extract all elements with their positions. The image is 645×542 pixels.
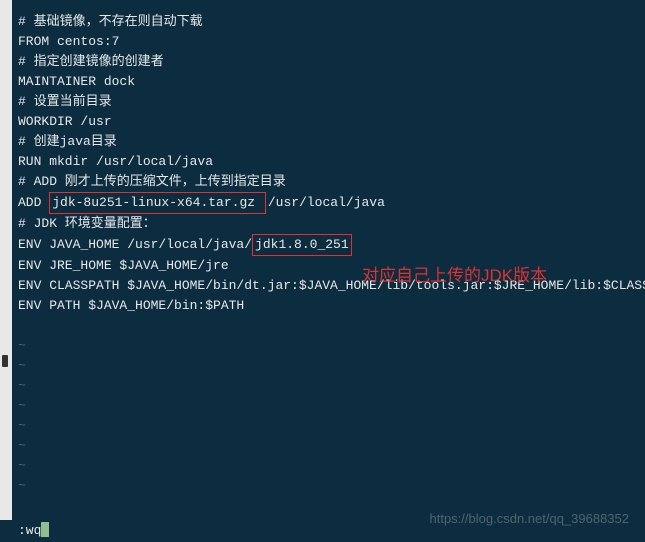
vim-command: :wq xyxy=(18,523,41,538)
highlight-box-jdk-tarball: jdk-8u251-linux-x64.tar.gz xyxy=(49,192,266,214)
code-line: ENV PATH $JAVA_HOME/bin:$PATH xyxy=(18,296,645,316)
code-line: ENV CLASSPATH $JAVA_HOME/bin/dt.jar:$JAV… xyxy=(18,276,645,296)
code-line: # 指定创建镜像的创建者 xyxy=(18,52,645,72)
vim-tilde: ~ xyxy=(18,356,645,376)
add-suffix: /usr/local/java xyxy=(268,195,385,210)
code-line-add: ADD jdk-8u251-linux-x64.tar.gz /usr/loca… xyxy=(18,192,645,214)
code-line-env: ENV JAVA_HOME /usr/local/java/jdk1.8.0_2… xyxy=(18,234,645,256)
code-line: # 设置当前目录 xyxy=(18,92,645,112)
code-line: # JDK 环境变量配置： xyxy=(18,214,645,234)
vim-tilde: ~ xyxy=(18,456,645,476)
vim-editor-area[interactable]: # 基础镜像，不存在则自动下载 FROM centos:7 # 指定创建镜像的创… xyxy=(0,4,645,520)
highlight-box-jdk-version: jdk1.8.0_251 xyxy=(252,234,352,256)
vim-tilde: ~ xyxy=(18,376,645,396)
code-line: MAINTAINER dock xyxy=(18,72,645,92)
code-line: # 基础镜像，不存在则自动下载 xyxy=(18,12,645,32)
vim-tilde: ~ xyxy=(18,396,645,416)
annotation-text: 对应自己上传的JDK版本 xyxy=(362,261,547,286)
vim-tilde: ~ xyxy=(18,476,645,496)
cursor-icon xyxy=(41,522,49,537)
vim-tilde: ~ xyxy=(18,436,645,456)
code-line: FROM centos:7 xyxy=(18,32,645,52)
code-line: ENV JRE_HOME $JAVA_HOME/jre xyxy=(18,256,645,276)
code-line: # 创建java目录 xyxy=(18,132,645,152)
code-line: RUN mkdir /usr/local/java xyxy=(18,152,645,172)
env-prefix: ENV JAVA_HOME /usr/local/java/ xyxy=(18,237,252,252)
vim-tilde: ~ xyxy=(18,416,645,436)
vim-tilde: ~ xyxy=(18,336,645,356)
code-line: WORKDIR /usr xyxy=(18,112,645,132)
add-prefix: ADD xyxy=(18,195,49,210)
blank-line xyxy=(18,316,645,336)
code-line: # ADD 刚才上传的压缩文件，上传到指定目录 xyxy=(18,172,645,192)
watermark-text: https://blog.csdn.net/qq_39688352 xyxy=(430,511,630,526)
